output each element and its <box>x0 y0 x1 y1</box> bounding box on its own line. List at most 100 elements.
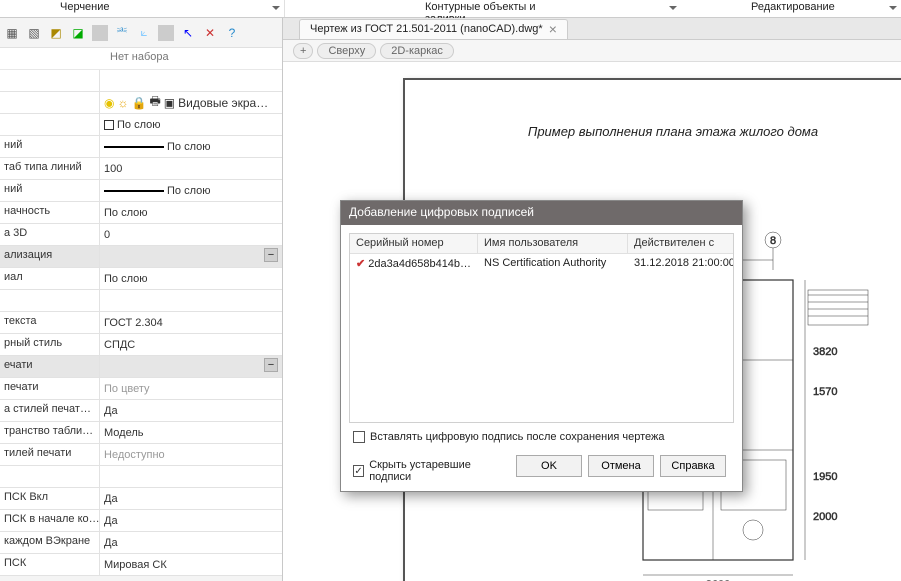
tab-drawing[interactable]: Чертеж из ГОСТ 21.501-2011 (nanoCAD).dwg… <box>299 19 568 39</box>
tool-filter-icon[interactable]: ⎃ <box>114 25 130 41</box>
prop-value: 100 <box>100 158 282 179</box>
dialog-buttons: OK Отмена Справка <box>508 455 734 487</box>
prop-value: По слою <box>100 268 282 289</box>
prop-label: печати <box>0 378 100 399</box>
line-sample-icon <box>104 190 164 192</box>
menu-contours[interactable]: Контурные объекты и заливки <box>285 0 681 17</box>
viewport-icon[interactable]: ▣ <box>164 96 175 110</box>
prop-row-lineweight[interactable]: ний По слою <box>0 180 282 202</box>
view-controls: + Сверху 2D-каркас <box>283 40 901 62</box>
tool-clear-icon[interactable]: ✕ <box>202 25 218 41</box>
tool-region-icon[interactable]: ▧ <box>26 25 42 41</box>
menu-drawing[interactable]: Черчение <box>0 0 285 17</box>
prop-row-dimstyle[interactable]: рный стиль СПДС <box>0 334 282 356</box>
prop-value: По слою <box>167 141 211 153</box>
check-icon: ✔ <box>356 258 365 270</box>
prop-value: СПДС <box>100 334 282 355</box>
lock-icon[interactable]: 🔒 <box>131 96 146 110</box>
prop-value: По цвету <box>100 378 282 399</box>
svg-text:1570: 1570 <box>813 386 837 398</box>
prop-label: иал <box>0 268 100 289</box>
prop-label: ПСК <box>0 554 100 575</box>
prop-value: Да <box>100 532 282 553</box>
prop-label: начность <box>0 202 100 223</box>
svg-text:1950: 1950 <box>813 471 837 483</box>
top-menu-bar: Черчение Контурные объекты и заливки Ред… <box>0 0 901 18</box>
group-print[interactable]: ечати − <box>0 356 282 378</box>
group-visualization[interactable]: ализация − <box>0 246 282 268</box>
tool-select-icon[interactable]: ▦ <box>4 25 20 41</box>
bulb-icon[interactable]: ◉ <box>104 96 114 110</box>
prop-label: ний <box>0 180 100 201</box>
checkbox-icon[interactable] <box>353 431 365 443</box>
tab-title: Чертеж из ГОСТ 21.501-2011 (nanoCAD).dwg… <box>310 23 543 35</box>
separator <box>92 25 108 41</box>
prop-value: Модель <box>100 422 282 443</box>
print-icon[interactable]: 🖶 <box>149 92 160 113</box>
prop-row-stylesheet[interactable]: тилей печати Недоступно <box>0 444 282 466</box>
prop-row-linetype[interactable]: ний По слою <box>0 136 282 158</box>
prop-row-ltscale[interactable]: таб типа линий 100 <box>0 158 282 180</box>
viewport-label: Видовые экра… <box>178 96 268 110</box>
close-icon[interactable]: × <box>549 24 557 34</box>
table-header: Серийный номер Имя пользователя Действит… <box>350 234 733 254</box>
prop-value: По слою <box>100 202 282 223</box>
prop-label: транство табли… <box>0 422 100 443</box>
col-user[interactable]: Имя пользователя <box>478 234 628 253</box>
dialog-title: Добавление цифровых подписей <box>341 201 742 225</box>
prop-label: тилей печати <box>0 444 100 465</box>
prop-value: ГОСТ 2.304 <box>100 312 282 333</box>
prop-row-color[interactable]: По слою <box>0 114 282 136</box>
col-valid[interactable]: Действителен с <box>628 234 733 253</box>
checkbox-icon[interactable]: ✓ <box>353 465 364 477</box>
line-sample-icon <box>104 146 164 148</box>
sun-icon[interactable]: ☼ <box>117 96 128 110</box>
collapse-icon[interactable]: − <box>264 358 278 372</box>
prop-value: Да <box>100 510 282 531</box>
tool-help-icon[interactable]: ? <box>224 25 240 41</box>
prop-row <box>0 70 282 92</box>
prop-value: Да <box>100 488 282 509</box>
prop-row-material[interactable]: иал По слою <box>0 268 282 290</box>
ok-button[interactable]: OK <box>516 455 582 477</box>
prop-row-plottable[interactable]: а стилей печат… Да <box>0 400 282 422</box>
prop-value: 0 <box>100 224 282 245</box>
prop-value: Да <box>100 400 282 421</box>
cell-serial: 2da3a4d658b414b… <box>368 258 471 270</box>
prop-row-plotstyle[interactable]: печати По цвету <box>0 378 282 400</box>
drawing-title: Пример выполнения плана этажа жилого дом… <box>405 124 901 139</box>
prop-label: текста <box>0 312 100 333</box>
prop-row-ucsname[interactable]: ПСК Мировая СК <box>0 554 282 576</box>
col-serial[interactable]: Серийный номер <box>350 234 478 253</box>
separator <box>158 25 174 41</box>
prop-value: Недоступно <box>100 444 282 465</box>
tool-cursor-icon[interactable]: ↖ <box>180 25 196 41</box>
prop-row-ucson[interactable]: ПСК Вкл Да <box>0 488 282 510</box>
view-top[interactable]: Сверху <box>317 43 376 59</box>
help-button[interactable]: Справка <box>660 455 726 477</box>
svg-text:3820: 3820 <box>813 346 837 358</box>
prop-row-ucsorigin[interactable]: ПСК в начале ко… Да <box>0 510 282 532</box>
cancel-button[interactable]: Отмена <box>588 455 654 477</box>
tool-layer-icon[interactable]: ◪ <box>70 25 86 41</box>
prop-row-opacity[interactable]: начность По слою <box>0 202 282 224</box>
prop-row-3d[interactable]: а 3D 0 <box>0 224 282 246</box>
tool-mark-icon[interactable]: ⟀ <box>136 25 152 41</box>
properties-panel: ▦ ▧ ◩ ◪ ⎃ ⟀ ↖ ✕ ? Нет набора ◉ ☼ 🔒 🖶 <box>0 18 283 581</box>
prop-value: По слою <box>117 119 161 131</box>
view-2dframe[interactable]: 2D-каркас <box>380 43 454 59</box>
prop-label: рный стиль <box>0 334 100 355</box>
menu-editing[interactable]: Редактирование <box>681 0 901 17</box>
prop-row-space[interactable]: транство табли… Модель <box>0 422 282 444</box>
prop-row-textstyle[interactable]: текста ГОСТ 2.304 <box>0 312 282 334</box>
prop-label: а стилей печат… <box>0 400 100 421</box>
document-tabs: Чертеж из ГОСТ 21.501-2011 (nanoCAD).dwg… <box>283 18 901 40</box>
prop-row-ucsvp[interactable]: каждом ВЭкране Да <box>0 532 282 554</box>
table-row[interactable]: ✔ 2da3a4d658b414b… NS Certification Auth… <box>350 254 733 274</box>
checkbox-label: Вставлять цифровую подпись после сохране… <box>370 431 665 443</box>
add-view-button[interactable]: + <box>293 43 313 59</box>
collapse-icon[interactable]: − <box>264 248 278 262</box>
checkbox-insert-after-save[interactable]: Вставлять цифровую подпись после сохране… <box>353 431 730 443</box>
tool-group-icon[interactable]: ◩ <box>48 25 64 41</box>
checkbox-hide-outdated[interactable]: ✓ Скрыть устаревшие подписи <box>353 459 504 483</box>
